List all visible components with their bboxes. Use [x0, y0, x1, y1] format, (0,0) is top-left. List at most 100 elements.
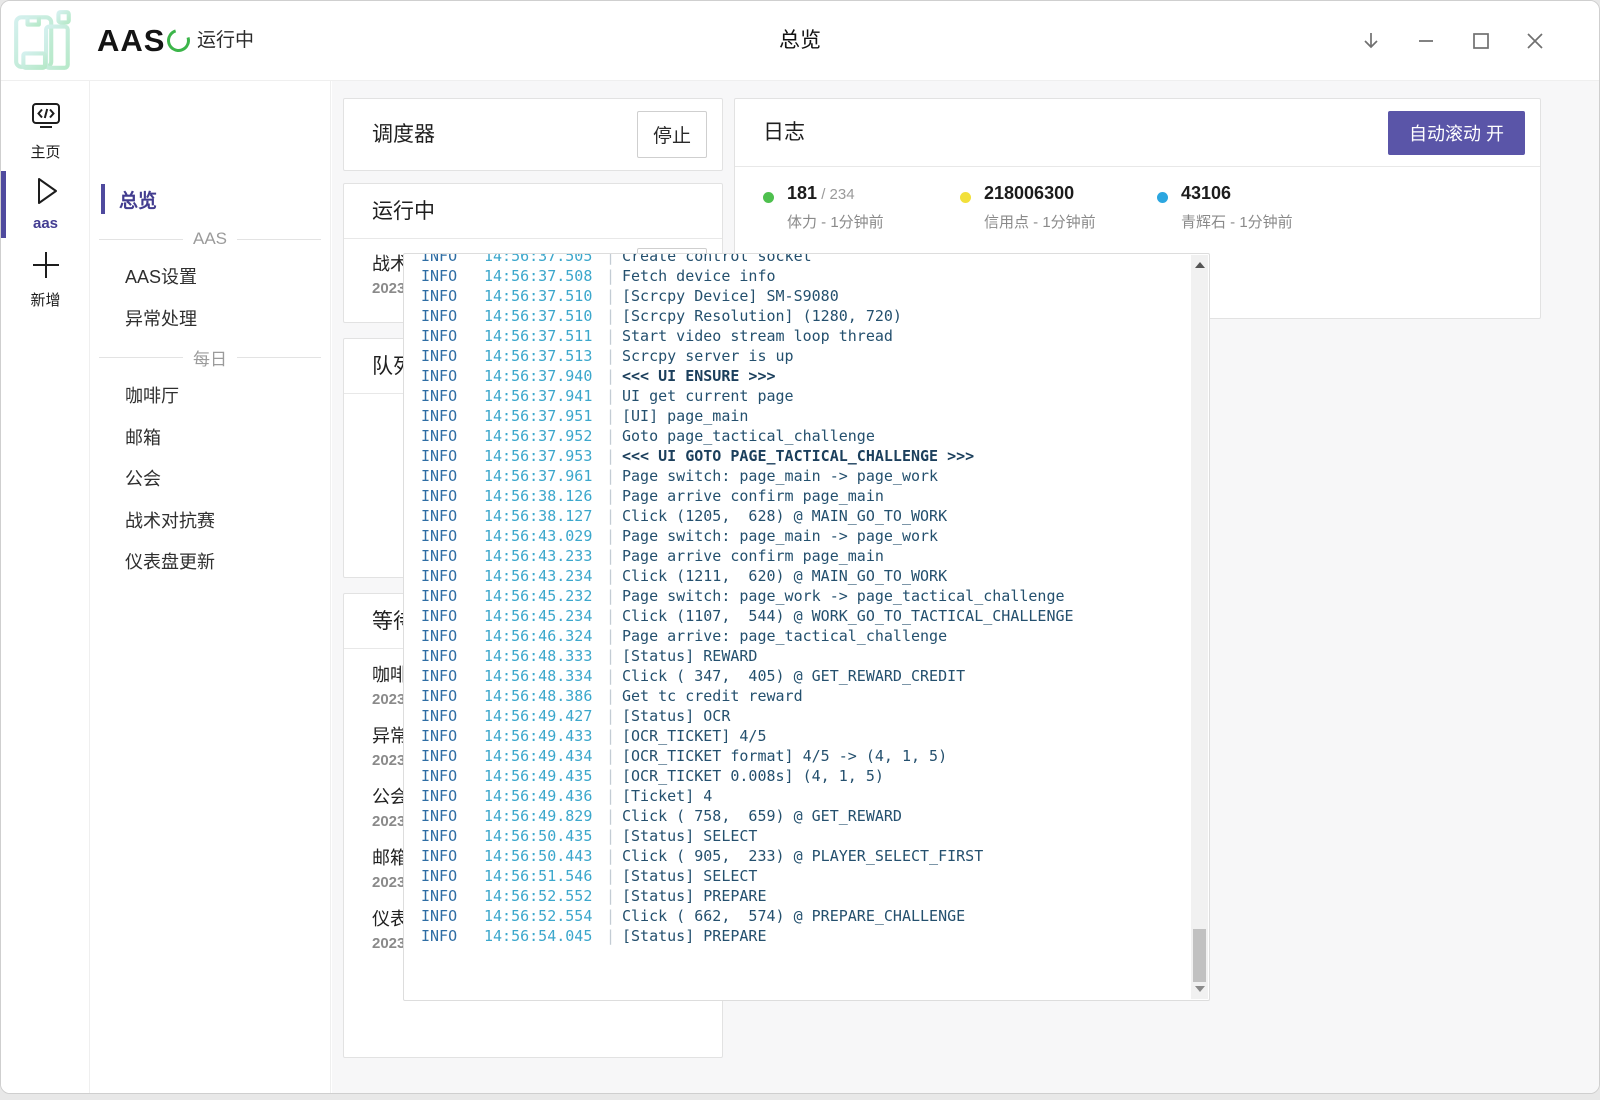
log-message: Page arrive confirm page_main — [622, 486, 884, 506]
log-message: Fetch device info — [622, 266, 776, 286]
log-separator: | — [606, 366, 622, 386]
log-separator: | — [606, 726, 622, 746]
log-line: INFO14:56:45.234|Click (1107, 544) @ WOR… — [404, 606, 1191, 626]
log-timestamp: 14:56:54.045 — [484, 926, 606, 946]
scroll-down-icon[interactable] — [1195, 986, 1205, 992]
log-level: INFO — [421, 253, 484, 266]
log-level: INFO — [421, 386, 484, 406]
autoscroll-toggle-button[interactable]: 自动滚动 开 — [1388, 111, 1525, 155]
log-message: [Status] REWARD — [622, 646, 757, 666]
log-timestamp: 14:56:37.953 — [484, 446, 606, 466]
log-timestamp: 14:56:37.961 — [484, 466, 606, 486]
log-level: INFO — [421, 366, 484, 386]
log-message: Click (1205, 628) @ MAIN_GO_TO_WORK — [622, 506, 947, 526]
log-line: INFO14:56:37.508|Fetch device info — [404, 266, 1191, 286]
log-message: <<< UI ENSURE >>> — [622, 366, 776, 386]
log-line: INFO14:56:49.434|[OCR_TICKET format] 4/5… — [404, 746, 1191, 766]
log-message: Click ( 347, 405) @ GET_REWARD_CREDIT — [622, 666, 965, 686]
log-timestamp: 14:56:51.546 — [484, 866, 606, 886]
log-message: Page switch: page_main -> page_work — [622, 526, 938, 546]
active-indicator — [101, 184, 105, 214]
log-timestamp: 14:56:37.505 — [484, 253, 606, 266]
log-timestamp: 14:56:49.433 — [484, 726, 606, 746]
log-line: INFO14:56:50.435|[Status] SELECT — [404, 826, 1191, 846]
log-timestamp: 14:56:52.554 — [484, 906, 606, 926]
log-line: INFO14:56:38.126|Page arrive confirm pag… — [404, 486, 1191, 506]
log-timestamp: 14:56:43.234 — [484, 566, 606, 586]
log-timestamp: 14:56:49.435 — [484, 766, 606, 786]
log-separator: | — [606, 466, 622, 486]
stop-button[interactable]: 停止 — [637, 111, 707, 158]
log-separator: | — [606, 666, 622, 686]
scheduler-card: 调度器 停止 — [343, 98, 723, 171]
log-line: INFO14:56:46.324|Page arrive: page_tacti… — [404, 626, 1191, 646]
log-separator: | — [606, 286, 622, 306]
log-timestamp: 14:56:52.552 — [484, 886, 606, 906]
log-separator: | — [606, 626, 622, 646]
rail-item-aas[interactable]: aas — [1, 175, 90, 232]
rail-item-label: 主页 — [1, 141, 90, 162]
rail-item-home[interactable]: 主页 — [1, 101, 90, 162]
log-level: INFO — [421, 446, 484, 466]
sidebar-item-cafe[interactable]: 咖啡厅 — [125, 377, 179, 415]
download-icon[interactable] — [1349, 1, 1393, 81]
sidebar-item-guild[interactable]: 公会 — [125, 460, 161, 498]
log-level: INFO — [421, 726, 484, 746]
log-timestamp: 14:56:37.951 — [484, 406, 606, 426]
log-message: [Scrcpy Resolution] (1280, 720) — [622, 306, 902, 326]
stat-dot-icon — [1157, 192, 1168, 203]
log-timestamp: 14:56:49.434 — [484, 746, 606, 766]
log-message: Page arrive: page_tactical_challenge — [622, 626, 947, 646]
log-line: INFO14:56:37.511|Start video stream loop… — [404, 326, 1191, 346]
log-message: Page arrive confirm page_main — [622, 546, 884, 566]
log-separator: | — [606, 486, 622, 506]
stat-value: 218006300 — [984, 183, 1074, 204]
stat-value: 181 / 234 — [787, 183, 855, 204]
sidebar-item-dashboard[interactable]: 仪表盘更新 — [125, 543, 215, 581]
close-icon[interactable] — [1513, 1, 1557, 81]
log-separator: | — [606, 426, 622, 446]
log-viewer[interactable]: INFO14:56:37.505|Create control socketIN… — [403, 253, 1210, 1001]
log-line: INFO14:56:49.435|[OCR_TICKET 0.008s] (4,… — [404, 766, 1191, 786]
log-message: [OCR_TICKET 0.008s] (4, 1, 5) — [622, 766, 884, 786]
log-level: INFO — [421, 466, 484, 486]
log-message: [Status] SELECT — [622, 826, 757, 846]
log-line: INFO14:56:37.510|[Scrcpy Resolution] (12… — [404, 306, 1191, 326]
maximize-icon[interactable] — [1459, 1, 1503, 81]
play-icon — [29, 175, 63, 207]
stat-value: 43106 — [1181, 183, 1231, 204]
log-line: INFO14:56:38.127|Click (1205, 628) @ MAI… — [404, 506, 1191, 526]
sidebar-item-tactical[interactable]: 战术对抗赛 — [125, 502, 215, 540]
sidebar-item-aas-settings[interactable]: AAS设置 — [125, 258, 197, 296]
log-separator: | — [606, 886, 622, 906]
rail-item-new[interactable]: 新增 — [1, 249, 90, 310]
log-message: [Status] PREPARE — [622, 926, 767, 946]
log-level: INFO — [421, 846, 484, 866]
scrollbar-thumb[interactable] — [1193, 929, 1206, 982]
stat-dot-icon — [763, 192, 774, 203]
sidebar-item-overview[interactable]: 总览 — [101, 183, 157, 215]
log-timestamp: 14:56:49.829 — [484, 806, 606, 826]
log-line: INFO14:56:37.505|Create control socket — [404, 253, 1191, 266]
log-level: INFO — [421, 486, 484, 506]
sidebar-item-mail[interactable]: 邮箱 — [125, 419, 161, 457]
log-level: INFO — [421, 886, 484, 906]
log-scrollbar[interactable] — [1191, 255, 1208, 999]
log-line: INFO14:56:48.386|Get tc credit reward — [404, 686, 1191, 706]
minimize-icon[interactable] — [1404, 1, 1448, 81]
log-line: INFO14:56:54.045|[Status] PREPARE — [404, 926, 1191, 946]
log-timestamp: 14:56:48.334 — [484, 666, 606, 686]
stat-label: 信用点 - 1分钟前 — [984, 211, 1096, 232]
log-level: INFO — [421, 506, 484, 526]
log-level: INFO — [421, 706, 484, 726]
log-timestamp: 14:56:37.941 — [484, 386, 606, 406]
log-timestamp: 14:56:37.940 — [484, 366, 606, 386]
log-timestamp: 14:56:37.508 — [484, 266, 606, 286]
scroll-up-icon[interactable] — [1195, 262, 1205, 268]
log-timestamp: 14:56:48.386 — [484, 686, 606, 706]
sidebar-item-exception[interactable]: 异常处理 — [125, 300, 197, 338]
log-level: INFO — [421, 326, 484, 346]
log-level: INFO — [421, 906, 484, 926]
log-level: INFO — [421, 746, 484, 766]
log-line: INFO14:56:52.554|Click ( 662, 574) @ PRE… — [404, 906, 1191, 926]
